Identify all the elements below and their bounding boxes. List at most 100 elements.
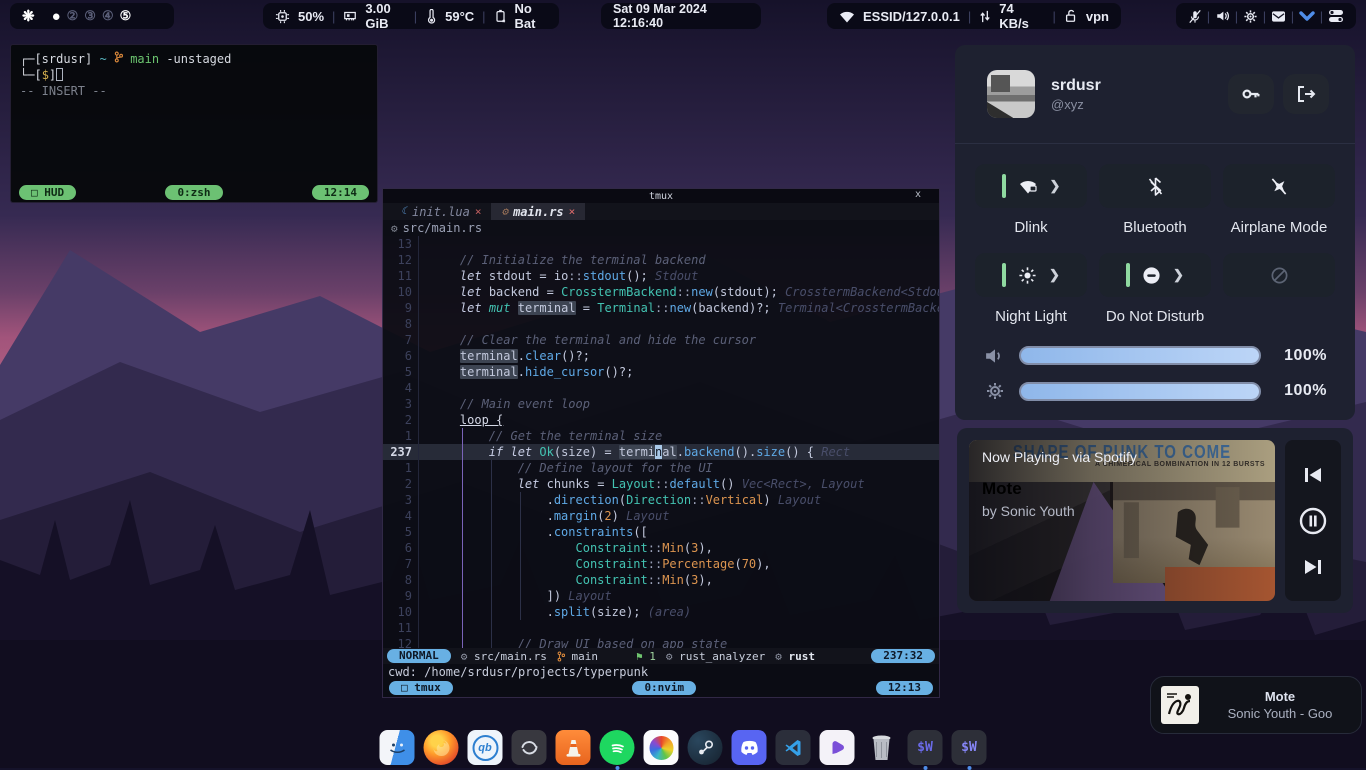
code-line[interactable]: 12 // Draw UI based on app state: [383, 636, 939, 648]
dock-vscode[interactable]: [776, 730, 811, 765]
dock-discord[interactable]: [732, 730, 767, 765]
code-line[interactable]: 6 terminal.clear()?;: [383, 348, 939, 364]
brightness-value: 100%: [1275, 382, 1327, 400]
code-line[interactable]: 4: [383, 380, 939, 396]
tab-init-lua[interactable]: ☾ init.lua ×: [391, 203, 491, 220]
code-line[interactable]: 8: [383, 316, 939, 332]
code-line[interactable]: 6 Constraint::Min(3),: [383, 540, 939, 556]
airplane-off-icon: [1269, 177, 1289, 196]
tmux-clock-pill: 12:13: [876, 681, 933, 695]
toggle-night-light[interactable]: ❯: [975, 253, 1087, 297]
tmux-window-pill[interactable]: 0:zsh: [165, 185, 222, 200]
track-artist: by Sonic Youth: [982, 503, 1137, 519]
code-line[interactable]: 237 if let Ok(size) = terminal.backend()…: [383, 444, 939, 460]
code-line[interactable]: 3 .direction(Direction::Vertical) Layout: [383, 492, 939, 508]
code-line[interactable]: 5 terminal.hide_cursor()?;: [383, 364, 939, 380]
code-line[interactable]: 11 let stdout = io::stdout(); Stdout: [383, 268, 939, 284]
tab-close-icon[interactable]: ×: [569, 205, 576, 218]
code-line[interactable]: 9 let mut terminal = Terminal::new(backe…: [383, 300, 939, 316]
toggle-airplane-mode[interactable]: [1223, 164, 1335, 208]
volume-icon[interactable]: [1215, 9, 1230, 23]
git-branch-name: main: [130, 52, 159, 66]
chevron-right-icon[interactable]: ❯: [1173, 267, 1184, 283]
code-line[interactable]: 2 let chunks = Layout::default() Vec<Rec…: [383, 476, 939, 492]
code-line[interactable]: 13: [383, 236, 939, 252]
statusline: NORMAL ⚙ src/main.rs main ⚑ 1 ⚙ rust_ana…: [383, 648, 939, 664]
dock-obs[interactable]: [512, 730, 547, 765]
terminal-tmux-statusbar: □ HUD 0:zsh 12:14: [11, 183, 377, 202]
toggles-panel-icon[interactable]: [1328, 9, 1344, 23]
dock-file-manager[interactable]: [380, 730, 415, 765]
toggle-blocked[interactable]: [1223, 253, 1335, 297]
code-line[interactable]: 1 // Define layout for the UI: [383, 460, 939, 476]
dock-scratchpad-1[interactable]: $W: [908, 730, 943, 765]
next-track-button[interactable]: [1303, 558, 1323, 576]
topbar-clock-module[interactable]: Sat 09 Mar 2024 12:16:40: [601, 3, 761, 29]
line-number: 9: [383, 300, 419, 316]
code-line[interactable]: 8 Constraint::Min(3),: [383, 572, 939, 588]
dock-trash[interactable]: [864, 730, 899, 765]
gear-icon: ⚙: [666, 650, 673, 663]
code-line[interactable]: 11: [383, 620, 939, 636]
terminal-window[interactable]: ┌─[srdusr] ~ main -unstaged └─[$] -- INS…: [10, 44, 378, 203]
dock-lmms[interactable]: [820, 730, 855, 765]
workspace-3[interactable]: ③: [84, 8, 96, 24]
toggle-do-not-disturb[interactable]: ❯: [1099, 253, 1211, 297]
settings-gear-icon[interactable]: [1243, 9, 1258, 24]
code-line[interactable]: 2 loop {: [383, 412, 939, 428]
chevron-right-icon[interactable]: ❯: [1050, 178, 1061, 194]
workspace-2[interactable]: ②: [67, 8, 79, 24]
code-line[interactable]: 3 // Main event loop: [383, 396, 939, 412]
dock-spotify[interactable]: [600, 730, 635, 765]
dock-qbittorrent[interactable]: qb: [468, 730, 503, 765]
dock-scratchpad-2[interactable]: $W: [952, 730, 987, 765]
line-number: 10: [383, 604, 419, 620]
editor-window[interactable]: tmux x ☾ init.lua × ⚙ main.rs × ⚙ src/ma…: [382, 188, 940, 698]
chevron-right-icon[interactable]: ❯: [1049, 267, 1060, 283]
toggle-label: Dlink: [1014, 219, 1047, 237]
lock-keys-button[interactable]: [1228, 74, 1274, 114]
tmux-session-pill[interactable]: □ tmux: [389, 681, 453, 695]
toggle-wifi[interactable]: ❯: [975, 164, 1087, 208]
toggle-label: Night Light: [995, 308, 1067, 326]
code-line[interactable]: 4 .margin(2) Layout: [383, 508, 939, 524]
dock-steam[interactable]: [688, 730, 723, 765]
dock-firefox[interactable]: [424, 730, 459, 765]
pause-button[interactable]: [1299, 507, 1327, 535]
code-line[interactable]: 12 // Initialize the terminal backend: [383, 252, 939, 268]
prompt-user: [srdusr]: [34, 52, 92, 66]
microphone-muted-icon[interactable]: [1188, 9, 1202, 24]
code-line[interactable]: 7 Constraint::Percentage(70),: [383, 556, 939, 572]
code-line[interactable]: 7 // Clear the terminal and hide the cur…: [383, 332, 939, 348]
chevron-down-icon[interactable]: [1299, 11, 1315, 22]
logout-button[interactable]: [1283, 74, 1329, 114]
workspace-1[interactable]: ●: [52, 8, 61, 25]
code-line[interactable]: 5 .constraints([: [383, 524, 939, 540]
discord-icon: [738, 740, 760, 756]
volume-slider[interactable]: [1019, 346, 1261, 365]
terminal-output[interactable]: ┌─[srdusr] ~ main -unstaged └─[$] -- INS…: [11, 45, 377, 183]
dock-vlc[interactable]: [556, 730, 591, 765]
tab-main-rs[interactable]: ⚙ main.rs ×: [491, 203, 585, 220]
window-close-button[interactable]: x: [915, 189, 921, 200]
previous-track-button[interactable]: [1303, 466, 1323, 484]
brightness-slider[interactable]: [1019, 382, 1261, 401]
toggle-bluetooth[interactable]: [1099, 164, 1211, 208]
code-line[interactable]: 10 let backend = CrosstermBackend::new(s…: [383, 284, 939, 300]
mail-tray-icon[interactable]: [1271, 10, 1286, 23]
tmux-session-pill[interactable]: □ HUD: [19, 185, 76, 200]
line-number: 5: [383, 524, 419, 540]
notification-toast[interactable]: Mote Sonic Youth - Goo: [1150, 676, 1362, 734]
dock-photos[interactable]: [644, 730, 679, 765]
code-line[interactable]: 1 // Get the terminal size: [383, 428, 939, 444]
workspace-4[interactable]: ④: [102, 8, 114, 24]
tab-close-icon[interactable]: ×: [475, 205, 482, 218]
editor-tmux-statusbar: □ tmux 0:nvim 12:13: [383, 679, 939, 697]
workspace-5[interactable]: ⑤: [120, 8, 132, 24]
code-line[interactable]: 9 ]) Layout: [383, 588, 939, 604]
running-indicator: [967, 766, 971, 770]
code-lines[interactable]: 1312 // Initialize the terminal backend1…: [383, 236, 939, 648]
statusline-branch: main: [557, 650, 598, 663]
code-line[interactable]: 10 .split(size); (area): [383, 604, 939, 620]
tmux-window-pill[interactable]: 0:nvim: [632, 681, 696, 695]
